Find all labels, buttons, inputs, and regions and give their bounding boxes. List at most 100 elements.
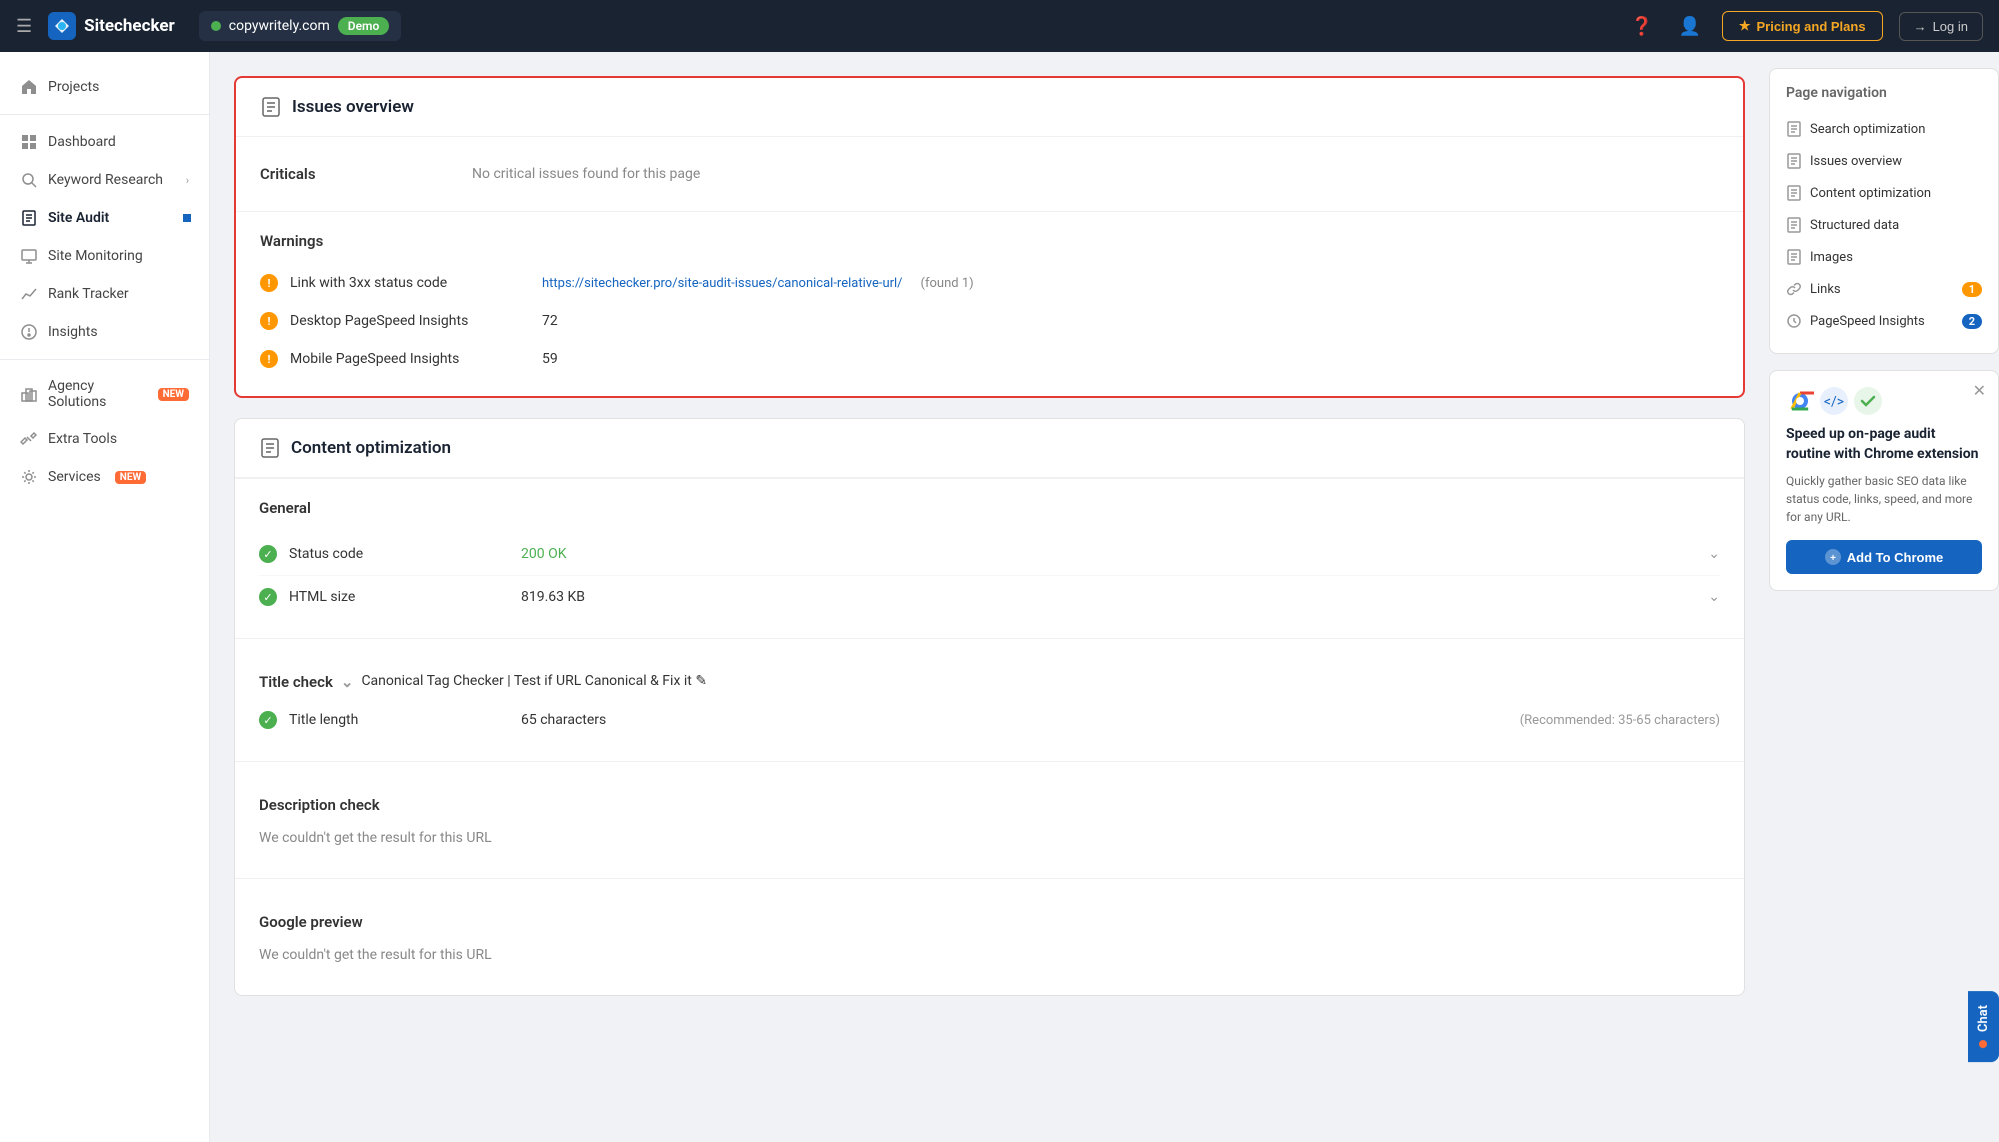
logo-icon xyxy=(48,12,76,40)
tools-icon xyxy=(20,430,38,448)
warning-icon-3: ! xyxy=(260,350,278,368)
layout: Projects Dashboard Keyword Research › Si… xyxy=(0,52,1999,1142)
title-check-section: Title check ⌄ Canonical Tag Checker | Te… xyxy=(235,638,1744,761)
page-navigation: Page navigation Search optimization Issu… xyxy=(1769,68,1999,354)
sidebar-item-agency-solutions[interactable]: Agency Solutions NEW xyxy=(0,368,209,420)
status-code-chevron[interactable]: ⌄ xyxy=(1708,546,1720,562)
description-check-section: Description check We couldn't get the re… xyxy=(235,761,1744,878)
title-check-value: Canonical Tag Checker | Test if URL Cano… xyxy=(361,673,1720,689)
services-new-badge: NEW xyxy=(115,471,146,484)
add-to-chrome-button[interactable]: + Add To Chrome xyxy=(1786,540,1982,574)
pagespeed-nav-icon xyxy=(1786,313,1802,329)
svg-text:+: + xyxy=(1830,553,1836,564)
page-nav-links[interactable]: Links 1 xyxy=(1770,273,1998,305)
chrome-promo-close-button[interactable]: ✕ xyxy=(1973,381,1986,400)
structured-nav-icon xyxy=(1786,217,1802,233)
warning-label-2: Desktop PageSpeed Insights xyxy=(290,313,530,329)
status-code-value: 200 OK xyxy=(521,546,567,562)
links-badge: 1 xyxy=(1962,282,1982,297)
page-nav-search-optimization[interactable]: Search optimization xyxy=(1770,113,1998,145)
page-nav-content-optimization[interactable]: Content optimization xyxy=(1770,177,1998,209)
status-code-row: ✓ Status code 200 OK ⌄ xyxy=(259,533,1720,576)
chat-button[interactable]: Chat xyxy=(1968,991,1999,1062)
sidebar-item-label: Agency Solutions xyxy=(48,378,144,410)
title-length-row: ✓ Title length 65 characters (Recommende… xyxy=(259,699,1720,741)
criticals-section: Criticals No critical issues found for t… xyxy=(236,137,1743,211)
page-nav-item-label: Search optimization xyxy=(1810,122,1925,137)
page-nav-item-label: PageSpeed Insights xyxy=(1810,314,1925,329)
google-preview-header-row: Google preview xyxy=(259,899,1720,935)
sidebar-item-dashboard[interactable]: Dashboard xyxy=(0,123,209,161)
chrome-promo-icons: </> xyxy=(1786,387,1982,415)
code-icon: </> xyxy=(1820,387,1848,415)
logo-text: Sitechecker xyxy=(84,16,175,36)
sidebar: Projects Dashboard Keyword Research › Si… xyxy=(0,52,210,1142)
services-icon xyxy=(20,468,38,486)
page-nav-structured-data[interactable]: Structured data xyxy=(1770,209,1998,241)
sidebar-divider-2 xyxy=(0,359,209,360)
site-audit-dot-badge xyxy=(183,214,191,222)
title-check-section-chevron[interactable]: ⌄ xyxy=(341,673,354,691)
warning-icon-2: ! xyxy=(260,312,278,330)
check-icon-html: ✓ xyxy=(259,588,277,606)
insights-icon xyxy=(20,323,38,341)
sidebar-item-label: Rank Tracker xyxy=(48,286,129,302)
login-button[interactable]: → Log in xyxy=(1899,12,1983,41)
title-check-header-row: Title check ⌄ Canonical Tag Checker | Te… xyxy=(259,659,1720,695)
svg-text:</>: </> xyxy=(1824,394,1844,410)
help-button[interactable]: ❓ xyxy=(1626,10,1658,42)
criticals-label: Criticals xyxy=(260,165,460,183)
chrome-icon xyxy=(1786,387,1814,415)
warning-icon-1: ! xyxy=(260,274,278,292)
site-selector[interactable]: copywritely.com Demo xyxy=(199,11,401,41)
images-nav-icon xyxy=(1786,249,1802,265)
content-optimization-icon xyxy=(259,437,281,459)
sidebar-item-projects[interactable]: Projects xyxy=(0,68,209,106)
description-check-label: Description check xyxy=(259,796,380,814)
chart-icon xyxy=(20,285,38,303)
page-nav-title: Page navigation xyxy=(1770,85,1998,113)
login-icon: → xyxy=(1914,19,1927,34)
sidebar-item-rank-tracker[interactable]: Rank Tracker xyxy=(0,275,209,313)
warning-link-1[interactable]: https://sitechecker.pro/site-audit-issue… xyxy=(542,276,903,291)
issues-overview-icon xyxy=(260,96,282,118)
sidebar-item-insights[interactable]: Insights xyxy=(0,313,209,351)
user-button[interactable]: 👤 xyxy=(1674,10,1706,42)
warning-row-mobile-pagespeed: ! Mobile PageSpeed Insights 59 xyxy=(260,342,1719,376)
warnings-title: Warnings xyxy=(260,232,1719,250)
monitor-icon xyxy=(20,247,38,265)
chevron-right-icon: › xyxy=(186,174,189,187)
google-preview-label: Google preview xyxy=(259,913,363,931)
title-length-label: Title length xyxy=(289,712,509,728)
html-size-chevron[interactable]: ⌄ xyxy=(1708,589,1720,605)
home-icon xyxy=(20,78,38,96)
issues-overview-title: Issues overview xyxy=(292,97,414,117)
chrome-promo-description: Quickly gather basic SEO data like statu… xyxy=(1786,472,1982,526)
sidebar-divider-1 xyxy=(0,114,209,115)
general-section: General ✓ Status code 200 OK ⌄ ✓ HTML si… xyxy=(235,478,1744,638)
status-code-label: Status code xyxy=(289,546,509,562)
page-nav-pagespeed[interactable]: PageSpeed Insights 2 xyxy=(1770,305,1998,337)
title-length-sub: (Recommended: 35-65 characters) xyxy=(1520,713,1720,728)
hamburger-icon[interactable]: ☰ xyxy=(16,16,32,37)
warnings-section: Warnings ! Link with 3xx status code htt… xyxy=(236,211,1743,396)
sidebar-item-keyword-research[interactable]: Keyword Research › xyxy=(0,161,209,199)
google-preview-row: We couldn't get the result for this URL xyxy=(259,935,1720,975)
general-label: General xyxy=(259,499,1720,517)
sidebar-item-label: Site Audit xyxy=(48,210,109,226)
sidebar-item-site-audit[interactable]: Site Audit xyxy=(0,199,209,237)
warning-label-3: Mobile PageSpeed Insights xyxy=(290,351,530,367)
audit-icon xyxy=(20,209,38,227)
sidebar-item-extra-tools[interactable]: Extra Tools xyxy=(0,420,209,458)
issues-overview-card: Issues overview Criticals No critical is… xyxy=(234,76,1745,398)
sidebar-item-services[interactable]: Services NEW xyxy=(0,458,209,496)
login-label: Log in xyxy=(1933,19,1968,34)
site-url: copywritely.com xyxy=(229,18,330,34)
pricing-button[interactable]: ★ Pricing and Plans xyxy=(1722,11,1883,41)
page-nav-images[interactable]: Images xyxy=(1770,241,1998,273)
page-nav-issues-overview[interactable]: Issues overview xyxy=(1770,145,1998,177)
sidebar-item-site-monitoring[interactable]: Site Monitoring xyxy=(0,237,209,275)
grid-icon xyxy=(20,133,38,151)
content-optimization-header: Content optimization xyxy=(235,419,1744,478)
html-size-row: ✓ HTML size 819.63 KB ⌄ xyxy=(259,576,1720,618)
